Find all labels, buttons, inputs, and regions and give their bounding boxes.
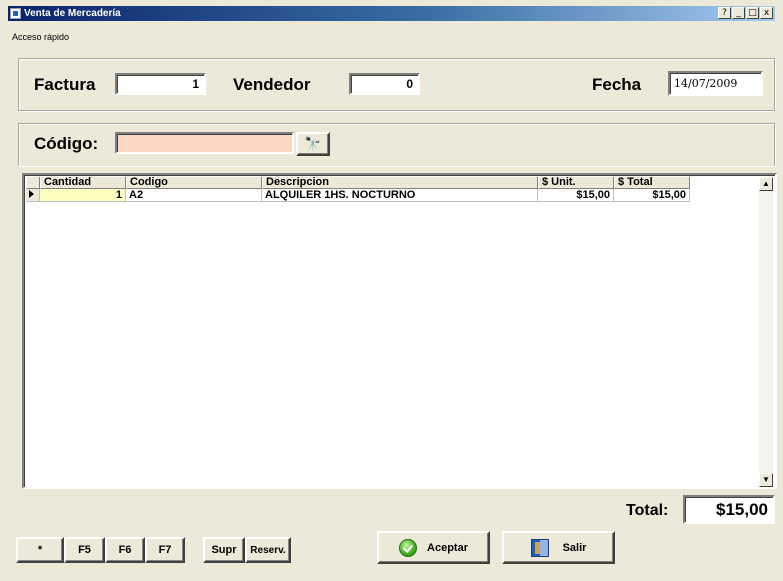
scroll-down-button[interactable]: ▼ — [759, 473, 773, 487]
asterisk-button[interactable]: * — [16, 537, 64, 563]
window-controls: ? _ □ x — [718, 7, 773, 19]
scroll-up-button[interactable]: ▲ — [759, 177, 773, 191]
col-unit-header[interactable]: $ Unit. — [538, 177, 614, 189]
total-label: Total: — [626, 502, 669, 519]
minimize-button[interactable]: _ — [732, 7, 745, 19]
window-titlebar: Venta de Mercadería ? _ □ x — [8, 6, 775, 21]
cell-unit[interactable]: $15,00 — [538, 189, 614, 202]
table-row[interactable]: 1 A2 ALQUILER 1HS. NOCTURNO $15,00 $15,0… — [26, 189, 690, 202]
col-codigo-header[interactable]: Codigo — [126, 177, 262, 189]
salir-button[interactable]: Salir — [502, 531, 615, 564]
cell-descripcion[interactable]: ALQUILER 1HS. NOCTURNO — [262, 189, 538, 202]
search-button[interactable]: 🔭 — [296, 132, 330, 156]
vertical-scrollbar[interactable]: ▲ ▼ — [759, 177, 773, 487]
codigo-label: Código: — [34, 134, 99, 153]
cell-cantidad[interactable]: 1 — [40, 189, 126, 202]
window-icon — [10, 8, 21, 19]
maximize-button[interactable]: □ — [746, 7, 759, 19]
row-indicator — [26, 189, 40, 202]
cell-codigo[interactable]: A2 — [126, 189, 262, 202]
help-button[interactable]: ? — [718, 7, 731, 19]
factura-field[interactable]: 1 — [115, 73, 206, 95]
salir-label: Salir — [562, 541, 587, 554]
cell-total[interactable]: $15,00 — [614, 189, 690, 202]
vendedor-label: Vendedor — [233, 75, 311, 94]
f7-button[interactable]: F7 — [145, 537, 185, 563]
supr-button[interactable]: Supr — [203, 537, 245, 563]
factura-label: Factura — [34, 75, 96, 94]
total-value: $15,00 — [683, 495, 775, 524]
col-total-header[interactable]: $ Total — [614, 177, 690, 189]
fecha-field[interactable]: 14/07/2009 — [668, 71, 763, 96]
aceptar-label: Aceptar — [427, 541, 468, 554]
window-title: Venta de Mercadería — [24, 8, 121, 19]
aceptar-button[interactable]: Aceptar — [377, 531, 490, 564]
f6-button[interactable]: F6 — [105, 537, 145, 563]
check-circle-icon — [399, 538, 418, 557]
close-button[interactable]: x — [760, 7, 773, 19]
items-grid[interactable]: Cantidad Codigo Descripcion $ Unit. $ To… — [22, 173, 777, 489]
codigo-input[interactable] — [115, 132, 294, 154]
fecha-label: Fecha — [592, 75, 642, 94]
door-icon — [530, 538, 549, 557]
binoculars-icon: 🔭 — [304, 136, 322, 151]
reserv-button[interactable]: Reserv. — [245, 537, 291, 563]
col-cantidad-header[interactable]: Cantidad — [40, 177, 126, 189]
menu-quick-access[interactable]: Acceso rápido — [12, 32, 69, 42]
triangle-right-icon — [29, 190, 34, 198]
col-descripcion-header[interactable]: Descripcion — [262, 177, 538, 189]
f5-button[interactable]: F5 — [64, 537, 105, 563]
row-selector-header — [26, 177, 40, 189]
vendedor-field[interactable]: 0 — [349, 73, 420, 95]
grid-header: Cantidad Codigo Descripcion $ Unit. $ To… — [26, 177, 690, 189]
